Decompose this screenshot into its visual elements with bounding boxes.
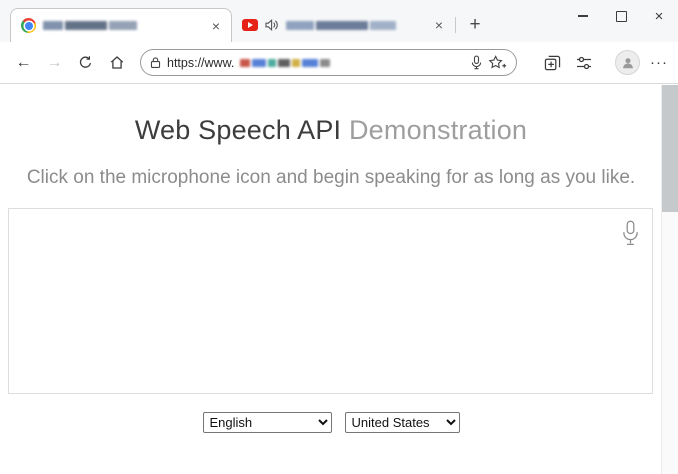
language-controls: English United States [0,411,662,433]
browser-essentials-icon [576,56,591,69]
tab-close-button[interactable]: × [430,16,448,34]
tab-close-button[interactable]: × [207,17,225,35]
home-button[interactable] [103,49,130,76]
maximize-button[interactable] [602,0,640,32]
back-button[interactable]: ← [10,49,37,76]
forward-button[interactable]: → [41,49,68,76]
new-tab-button[interactable]: + [462,12,488,38]
url-text: https://www. [167,55,235,70]
tab-audio-indicator-icon[interactable] [265,19,279,31]
close-icon: × [654,7,664,25]
language-select[interactable]: English [202,411,332,433]
page-title-strong: Web Speech API [134,115,342,145]
refresh-icon [79,56,92,68]
navigation-bar: ← → https://www. ··· [0,42,678,84]
collections-button[interactable] [539,49,566,76]
scrollbar-thumb[interactable] [662,85,678,212]
microphone-permission-icon[interactable] [471,55,482,70]
close-button[interactable]: × [640,0,678,32]
window-controls: × [564,0,678,32]
lock-icon[interactable] [150,56,161,69]
page-content: Web Speech API Demonstration Click on th… [0,85,662,474]
page-title: Web Speech API Demonstration [0,115,662,146]
tab-bar: × × + × [0,0,678,42]
redacted-tab-title [43,21,137,30]
page-scrollbar[interactable] [661,85,678,474]
dialect-select[interactable]: United States [344,411,460,433]
microphone-button[interactable] [622,220,639,247]
browser-essentials-button[interactable] [570,49,597,76]
collections-icon [544,55,561,70]
profile-button[interactable] [615,50,640,75]
page-title-light: Demonstration [348,115,528,145]
tab-2[interactable]: × [232,8,456,42]
maximize-icon [615,10,627,22]
redacted-url-text [240,58,331,67]
refresh-button[interactable] [72,49,99,76]
redacted-tab-title [286,20,396,30]
youtube-favicon-icon [242,19,258,31]
browser-window: × × + × ← → https://www. ··· Web Speech … [0,0,678,474]
chrome-favicon-icon [21,18,36,33]
microphone-icon [623,220,638,245]
tab-1[interactable]: × [10,8,232,42]
minimize-icon [578,15,588,17]
more-menu-button[interactable]: ··· [650,54,668,71]
address-bar[interactable]: https://www. [140,49,517,76]
profile-avatar-icon [622,57,633,68]
add-favorite-button[interactable] [488,55,507,70]
home-icon [110,56,123,69]
instructions-text: Click on the microphone icon and begin s… [26,167,636,188]
minimize-button[interactable] [564,0,602,32]
transcription-results-box [8,207,653,394]
